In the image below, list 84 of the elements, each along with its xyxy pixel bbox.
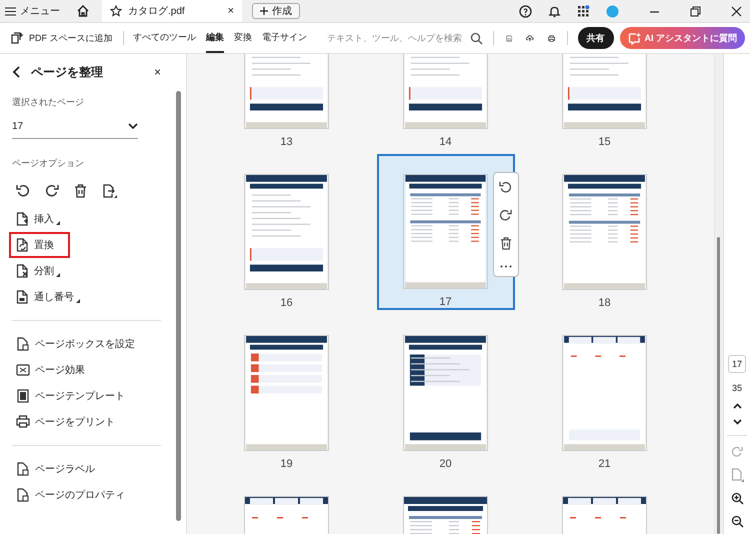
tab-title: カタログ.pdf — [128, 5, 186, 18]
add-to-space-button[interactable]: PDF スペースに追加 — [10, 32, 113, 44]
close-icon[interactable] — [731, 6, 742, 16]
submenu-corner-icon — [56, 221, 60, 225]
search-field[interactable]: テキスト、ツール、ヘルプを検索 — [327, 32, 484, 44]
page-tool-icon — [16, 363, 30, 377]
page-option-item[interactable]: 通し番号 — [9, 284, 86, 310]
plus-icon — [260, 7, 268, 15]
page-tool-item[interactable]: ページのプロパティ — [9, 482, 131, 508]
page-thumbnail[interactable] — [562, 335, 647, 451]
close-tab-button[interactable]: × — [228, 5, 234, 17]
page-number: 19 — [280, 458, 293, 470]
chat-sparkle-icon — [628, 32, 640, 44]
page-tool-icon — [16, 389, 30, 403]
page-number: 14 — [439, 136, 452, 148]
page-number: 21 — [598, 458, 611, 470]
rotate-right-icon[interactable] — [45, 184, 59, 198]
page-option-item[interactable]: 挿入 — [9, 206, 66, 232]
restore-icon[interactable] — [690, 6, 701, 16]
page-tool-item[interactable]: ページボックスを設定 — [9, 331, 141, 357]
add-page-icon — [10, 32, 24, 44]
page-tool-icon — [16, 337, 30, 351]
page-tool-icon — [16, 488, 30, 502]
page-thumbnail[interactable] — [562, 174, 647, 290]
page-option-item[interactable]: 分割 — [9, 258, 66, 284]
page-icon — [16, 238, 29, 252]
zoom-out-icon[interactable] — [730, 515, 744, 528]
home-icon[interactable] — [76, 4, 90, 18]
create-button[interactable]: 作成 — [252, 3, 300, 19]
rotate-left-icon[interactable] — [499, 180, 512, 194]
page-tile[interactable]: 17 — [376, 154, 514, 310]
page-number: 17 — [439, 296, 452, 308]
next-page-icon[interactable] — [732, 419, 742, 425]
back-icon[interactable] — [12, 66, 21, 78]
page-icon — [16, 212, 29, 226]
page-thumbnail[interactable] — [403, 335, 488, 451]
page-icon — [16, 290, 29, 304]
page-tool-icon — [16, 415, 30, 429]
current-page-field[interactable]: 17 — [728, 355, 746, 373]
menu-icon — [5, 6, 16, 16]
submenu-corner-icon — [56, 273, 60, 277]
page-tool-item[interactable]: ページをプリント — [9, 409, 121, 435]
ai-assistant-button[interactable]: AI アシスタントに質問 — [620, 27, 746, 49]
page-thumbnail[interactable] — [403, 174, 488, 289]
toolbar-tab[interactable]: 変換 — [234, 23, 252, 53]
trash-icon[interactable] — [500, 237, 512, 250]
page-icon — [16, 264, 29, 278]
page-tool-icon — [16, 462, 30, 476]
search-icon[interactable] — [470, 32, 484, 44]
star-icon[interactable] — [110, 5, 122, 17]
selected-pages-label: 選択されたページ — [12, 96, 85, 109]
bell-icon[interactable] — [548, 4, 561, 18]
page-thumbnail[interactable] — [244, 335, 329, 451]
chevron-down-icon — [128, 123, 138, 130]
previous-page-icon[interactable] — [732, 403, 742, 409]
page-thumbnail[interactable] — [244, 174, 329, 290]
rotate-left-icon[interactable] — [16, 184, 30, 198]
panel-title: ページを整理 — [31, 64, 104, 80]
page-option-item[interactable]: 置換 — [9, 232, 70, 258]
more-icon[interactable] — [500, 265, 512, 268]
page-number: 18 — [598, 297, 611, 309]
submenu-corner-icon — [76, 299, 80, 303]
help-icon[interactable] — [519, 4, 532, 18]
trash-icon[interactable] — [74, 184, 87, 198]
toolbar-tab[interactable]: 電子サイン — [262, 23, 308, 53]
zoom-in-icon[interactable] — [730, 492, 744, 505]
share-button[interactable]: 共有 — [578, 27, 614, 49]
rotate-right-icon[interactable] — [499, 208, 512, 222]
close-panel-button[interactable]: × — [154, 65, 161, 79]
extract-page-icon[interactable] — [102, 184, 117, 198]
menu-button[interactable]: メニュー — [5, 4, 60, 18]
page-number: 16 — [280, 297, 293, 309]
page-tool-item[interactable]: ページ効果 — [9, 357, 91, 383]
apps-icon[interactable] — [577, 4, 590, 18]
page-number: 13 — [280, 136, 293, 148]
page-options-label: ページオプション — [12, 157, 85, 170]
total-pages: 35 — [732, 383, 742, 393]
page-tool-item[interactable]: ページラベル — [9, 456, 101, 482]
page-number: 20 — [439, 458, 452, 470]
selected-pages-dropdown[interactable]: 17 — [12, 109, 138, 139]
page-number: 15 — [598, 136, 611, 148]
page-tool-item[interactable]: ページテンプレート — [9, 383, 131, 409]
document-tab[interactable]: カタログ.pdf × — [102, 0, 242, 22]
toolbar-tab[interactable]: すべてのツール — [133, 23, 196, 53]
